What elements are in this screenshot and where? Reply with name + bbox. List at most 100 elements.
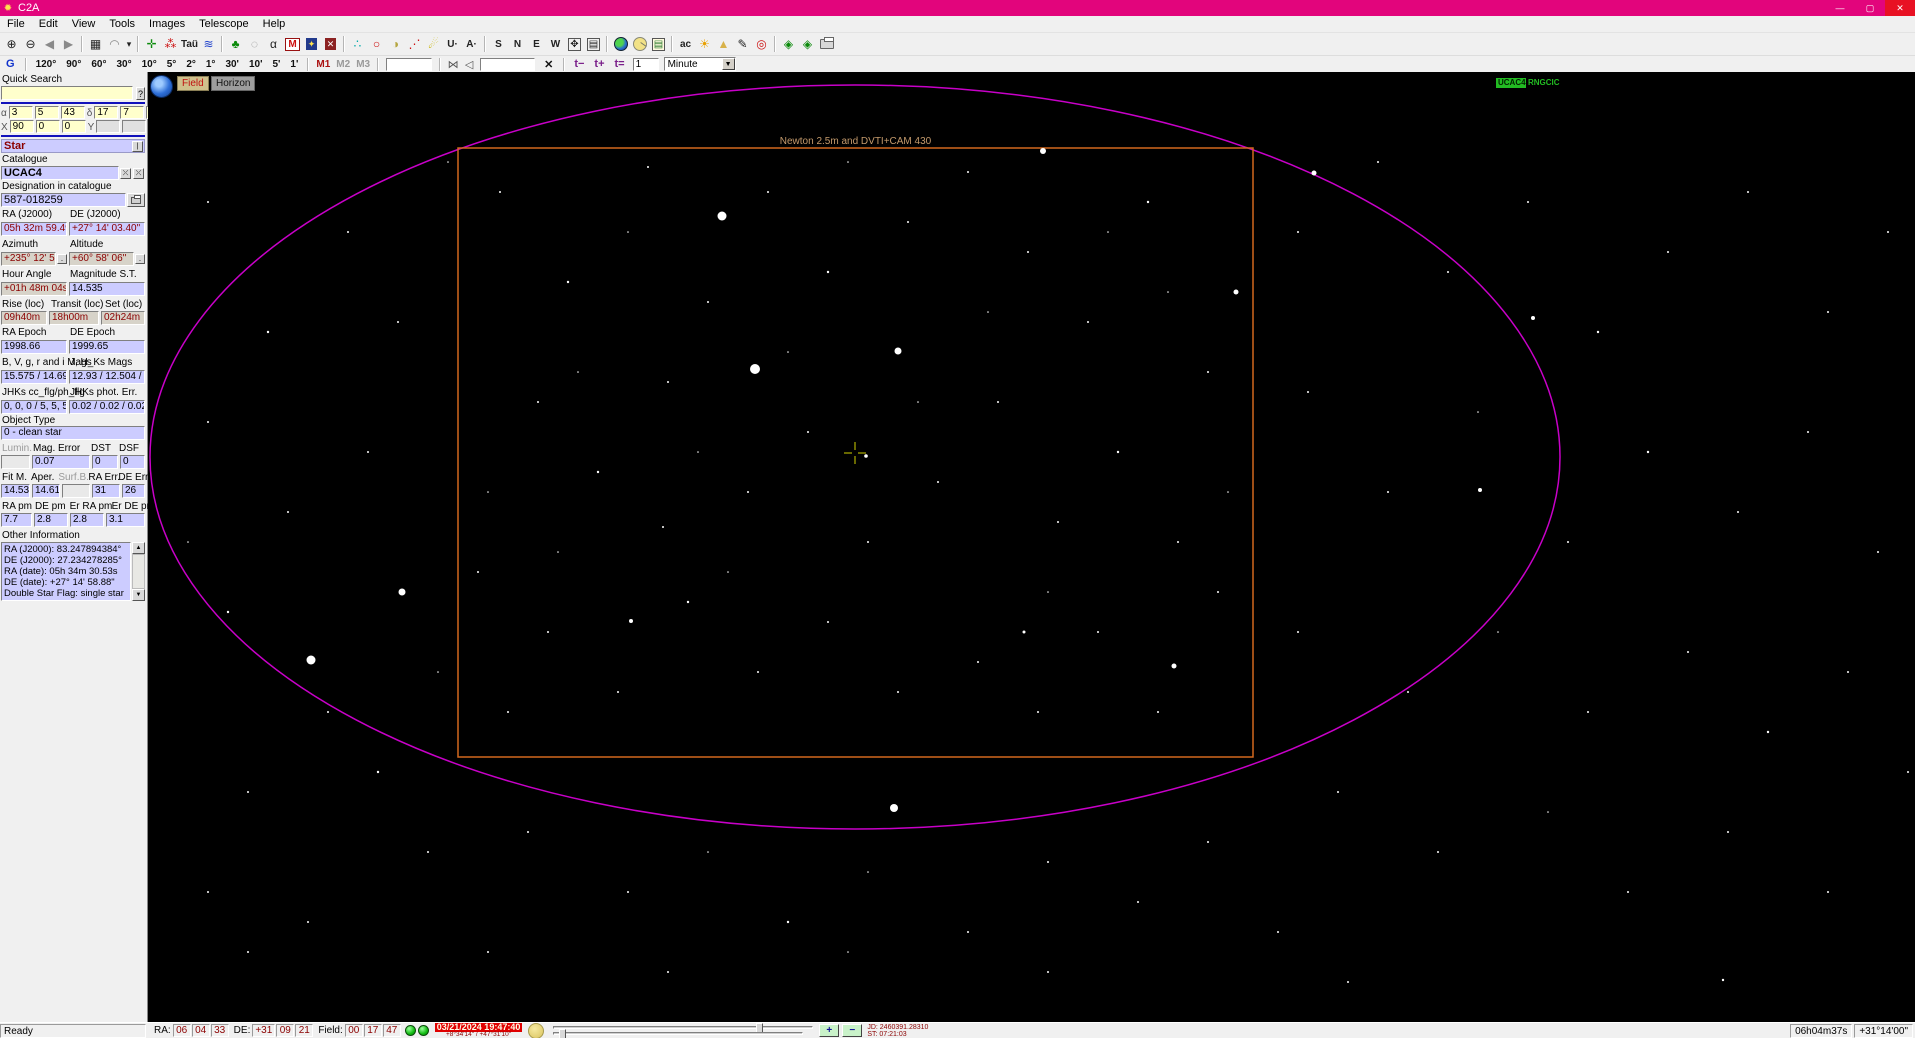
nav-forward-icon[interactable]: ▶ bbox=[59, 35, 78, 53]
menu-telescope[interactable]: Telescope bbox=[192, 16, 256, 32]
menu-tools[interactable]: Tools bbox=[102, 16, 142, 32]
azimuth-format-button[interactable]: . bbox=[57, 254, 67, 264]
grid-icon[interactable]: ▦ bbox=[86, 35, 105, 53]
maximize-button[interactable]: ▢ bbox=[1855, 0, 1885, 16]
horizon-landscape-icon[interactable]: ♣ bbox=[226, 35, 245, 53]
earth-globe-icon[interactable] bbox=[611, 35, 630, 53]
print-icon[interactable] bbox=[817, 35, 836, 53]
east-icon[interactable]: E bbox=[527, 35, 546, 53]
ra-s-input[interactable] bbox=[60, 106, 85, 119]
goto-input[interactable] bbox=[480, 57, 536, 71]
zoom-in-icon[interactable]: ⊕ bbox=[2, 35, 21, 53]
zoom-preset-60d[interactable]: 60° bbox=[86, 59, 111, 70]
menu-edit[interactable]: Edit bbox=[32, 16, 65, 32]
x1-input[interactable] bbox=[9, 120, 34, 133]
field-frame-icon[interactable]: ✕ bbox=[321, 35, 340, 53]
zoom-out-icon[interactable]: ⊖ bbox=[21, 35, 40, 53]
clear-icon[interactable]: ✕ bbox=[538, 58, 559, 71]
twilight-icon[interactable]: ▲ bbox=[714, 35, 733, 53]
other-info-scrollbar[interactable]: ▲ ▼ bbox=[132, 542, 145, 601]
zoom-preset-5d[interactable]: 5° bbox=[162, 59, 182, 70]
print-object-button[interactable] bbox=[127, 193, 145, 207]
quick-search-input[interactable] bbox=[1, 86, 133, 100]
menu-help[interactable]: Help bbox=[256, 16, 293, 32]
scroll-track[interactable] bbox=[132, 554, 145, 589]
comet-icon[interactable]: ☄ bbox=[424, 35, 443, 53]
greek-letters-icon[interactable]: α bbox=[264, 35, 283, 53]
flip-horizontal-icon[interactable]: ⋈ bbox=[445, 58, 461, 71]
star-colors-icon[interactable]: ∴ bbox=[348, 35, 367, 53]
pan-icon[interactable]: ✥ bbox=[565, 35, 584, 53]
night-mode-icon[interactable]: ◈ bbox=[798, 35, 817, 53]
catalogue-value[interactable]: UCAC4 bbox=[1, 166, 119, 180]
search-object-input[interactable] bbox=[386, 57, 433, 71]
minimize-button[interactable]: — bbox=[1825, 0, 1855, 16]
dome-icon[interactable]: ◠ bbox=[105, 35, 124, 53]
zoom-preset-120d[interactable]: 120° bbox=[31, 59, 62, 70]
south-icon[interactable]: S bbox=[489, 35, 508, 53]
catalogue-next-button[interactable]: ⤫ bbox=[133, 167, 144, 179]
catalogue-prev-button[interactable]: ⤫ bbox=[120, 167, 131, 179]
mark-button-m3[interactable]: M3 bbox=[353, 59, 373, 70]
altitude-format-button[interactable]: . bbox=[135, 254, 145, 264]
sky-map-canvas[interactable]: Newton 2.5m and DVTI+CAM 430 Field Horiz… bbox=[148, 72, 1915, 1022]
de-m-input[interactable] bbox=[120, 106, 145, 119]
menu-view[interactable]: View bbox=[65, 16, 103, 32]
dropdown-icon[interactable]: ▾ bbox=[124, 35, 134, 53]
messier-icon[interactable]: M bbox=[283, 35, 302, 53]
menu-images[interactable]: Images bbox=[142, 16, 192, 32]
notes-icon[interactable]: ✎ bbox=[733, 35, 752, 53]
zoom-preset-30d[interactable]: 30° bbox=[112, 59, 137, 70]
zoom-preset-2d[interactable]: 2° bbox=[181, 59, 201, 70]
scroll-down-icon[interactable]: ▼ bbox=[132, 589, 145, 601]
zoom-preset-1m[interactable]: 1' bbox=[285, 59, 303, 70]
center-object-icon[interactable]: ✛ bbox=[142, 35, 161, 53]
celestial-sphere-icon[interactable] bbox=[150, 75, 173, 98]
zoom-preset-90d[interactable]: 90° bbox=[61, 59, 86, 70]
milky-way-icon[interactable]: ≋ bbox=[199, 35, 218, 53]
time-speed-slider[interactable] bbox=[553, 1023, 814, 1034]
close-button[interactable]: ✕ bbox=[1885, 0, 1915, 16]
zoom-preset-5m[interactable]: 5' bbox=[267, 59, 285, 70]
help-button[interactable]: ? bbox=[136, 87, 145, 100]
time-back-button[interactable]: t− bbox=[569, 58, 589, 70]
zoom-preset-10m[interactable]: 10' bbox=[244, 59, 268, 70]
x3-input[interactable] bbox=[61, 120, 86, 133]
mark-button-m2[interactable]: M2 bbox=[333, 59, 353, 70]
asteroid-path-icon[interactable]: ⋰ bbox=[405, 35, 424, 53]
filter-green-icon[interactable]: ◈ bbox=[779, 35, 798, 53]
finder-icon[interactable]: ◎ bbox=[752, 35, 771, 53]
designation-value[interactable]: 587-018259 bbox=[1, 193, 126, 207]
north-icon[interactable]: N bbox=[508, 35, 527, 53]
slider-handle[interactable] bbox=[559, 1029, 567, 1038]
constellation-lines-icon[interactable]: ⁂ bbox=[161, 35, 180, 53]
time-minus-button[interactable]: − bbox=[842, 1024, 863, 1037]
mark-button-m1[interactable]: M1 bbox=[313, 59, 333, 70]
moon-phase-icon[interactable] bbox=[630, 35, 649, 53]
sun-icon[interactable]: ☀ bbox=[695, 35, 714, 53]
asteroid-icon[interactable]: A· bbox=[462, 35, 481, 53]
collapse-button[interactable]: | bbox=[132, 140, 143, 152]
ra-h-input[interactable] bbox=[8, 106, 33, 119]
flip-vertical-icon[interactable]: ◁ bbox=[461, 58, 477, 71]
text-labels-icon[interactable]: ac bbox=[676, 35, 695, 53]
uranus-icon[interactable]: U· bbox=[443, 35, 462, 53]
ecliptic-icon[interactable]: ◌ bbox=[245, 35, 264, 53]
time-now-button[interactable]: t= bbox=[610, 58, 630, 70]
time-unit-select[interactable]: Minute ▼ bbox=[663, 57, 736, 71]
zoom-preset-1d[interactable]: 1° bbox=[201, 59, 221, 70]
west-icon[interactable]: W bbox=[546, 35, 565, 53]
zoom-preset-30m[interactable]: 30' bbox=[220, 59, 244, 70]
de-d-input[interactable] bbox=[94, 106, 119, 119]
planet-orbits-icon[interactable]: ○ bbox=[367, 35, 386, 53]
x2-input[interactable] bbox=[35, 120, 60, 133]
ephemeris-table-icon[interactable]: ▤ bbox=[649, 35, 668, 53]
chevron-down-icon[interactable]: ▼ bbox=[721, 58, 735, 70]
time-offset-slider[interactable] bbox=[553, 1029, 804, 1038]
constellation-names-icon[interactable]: Taü bbox=[180, 35, 199, 53]
time-forward-button[interactable]: t+ bbox=[589, 58, 609, 70]
ra-m-input[interactable] bbox=[34, 106, 59, 119]
time-step-input[interactable] bbox=[632, 57, 659, 71]
deep-sky-icon[interactable]: ✦ bbox=[302, 35, 321, 53]
moon-icon[interactable]: ◑ bbox=[386, 35, 405, 53]
